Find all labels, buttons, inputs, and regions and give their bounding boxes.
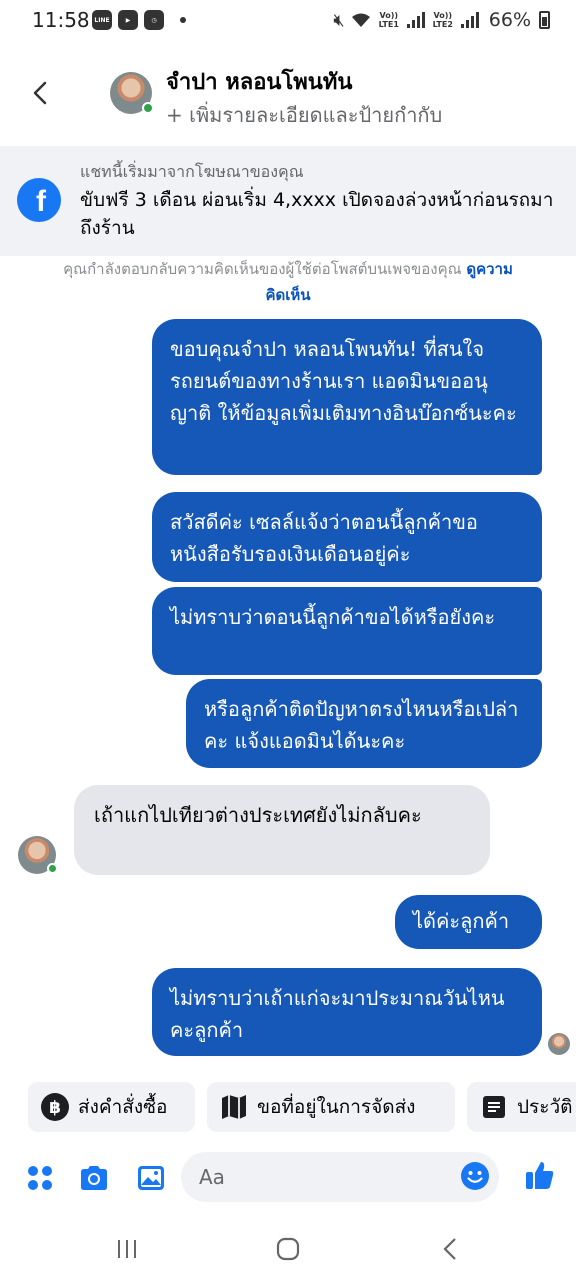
seen-receipt-avatar xyxy=(548,1033,570,1055)
line-app-icon: LINE xyxy=(92,10,112,30)
quick-action-label: ประวัติ xyxy=(517,1096,573,1118)
sim1-signal-icon xyxy=(406,12,425,28)
facebook-icon: f xyxy=(17,178,61,222)
emoji-icon[interactable] xyxy=(460,1161,490,1191)
camera-icon[interactable] xyxy=(78,1162,110,1194)
notification-icons: LINE ▶ ◷ xyxy=(92,10,186,30)
battery-icon xyxy=(539,11,550,29)
outgoing-message[interactable]: ได้ค่ะลูกค้า xyxy=(395,895,542,949)
baht-coin-icon: ฿ xyxy=(41,1093,69,1121)
reply-notice: คุณกำลังตอบกลับความคิดเห็นของผู้ใช้ต่อโพ… xyxy=(60,256,516,308)
apps-menu-icon[interactable] xyxy=(24,1162,56,1194)
add-details-link[interactable]: + เพิ่มรายละเอียดและป้ายกำกับ xyxy=(166,99,442,131)
ad-text: ขับฟรี 3 เดือน ผ่อนเริ่ม 4,xxxx เปิดจองล… xyxy=(80,189,554,239)
quick-action-label: ส่งคำสั่งซื้อ xyxy=(78,1096,168,1118)
contact-name[interactable]: จำปา หลอนโพนทัน xyxy=(166,64,352,99)
quick-action-label: ขอที่อยู่ในการจัดส่ง xyxy=(257,1096,416,1118)
battery-percent: 66% xyxy=(488,9,531,31)
online-status-dot xyxy=(142,102,154,114)
sender-avatar[interactable] xyxy=(18,836,58,874)
online-status-dot xyxy=(47,863,58,874)
nav-back-icon[interactable] xyxy=(436,1234,466,1264)
outgoing-message[interactable]: สวัสดีค่ะ เซลล์แจ้งว่าตอนนี้ลูกค้าขอหนัง… xyxy=(152,492,542,582)
gallery-icon[interactable] xyxy=(135,1162,167,1194)
svg-text:฿: ฿ xyxy=(49,1098,61,1118)
more-notifications-icon xyxy=(180,17,186,23)
sim2-label: Vo)) LTE2 xyxy=(432,11,453,29)
status-bar: 11:58 LINE ▶ ◷ 🔇︎ Vo)) LTE1 Vo)) LTE2 66… xyxy=(0,0,576,44)
reply-notice-text: คุณกำลังตอบกลับความคิดเห็นของผู้ใช้ต่อโพ… xyxy=(63,260,462,278)
message-input[interactable] xyxy=(181,1152,499,1202)
sim2-signal-icon xyxy=(460,12,479,28)
outgoing-message[interactable]: ไม่ทราบว่าตอนนี้ลูกค้าขอได้หรือยังคะ xyxy=(152,587,542,675)
wifi-icon xyxy=(351,13,370,27)
mute-icon: 🔇︎ xyxy=(333,9,345,31)
system-icons: 🔇︎ Vo)) LTE1 Vo)) LTE2 66% xyxy=(333,9,550,31)
send-order-button[interactable]: ฿ ส่งคำสั่งซื้อ xyxy=(28,1082,195,1132)
sim1-label: Vo)) LTE1 xyxy=(378,11,399,29)
like-icon[interactable] xyxy=(523,1158,557,1192)
app-notification-icon: ▶ xyxy=(118,10,138,30)
map-icon xyxy=(222,1095,246,1119)
document-icon xyxy=(483,1096,505,1118)
history-button[interactable]: ประวัติ xyxy=(467,1082,576,1132)
system-navigation-bar xyxy=(0,1222,576,1280)
back-arrow-icon[interactable] xyxy=(26,78,56,108)
quick-actions-bar: ฿ ส่งคำสั่งซื้อ ขอที่อยู่ในการจัดส่ง ประ… xyxy=(28,1082,576,1132)
clock-app-icon: ◷ xyxy=(144,10,164,30)
incoming-message[interactable]: เถ้าแกไปเทียวต่างประเทศยังไม่กลับคะ xyxy=(74,785,490,875)
ad-origin-label: แชทนี้เริ่มมาจากโฆษณาของคุณ xyxy=(80,162,304,181)
home-icon[interactable] xyxy=(273,1234,303,1264)
chat-header: จำปา หลอนโพนทัน + เพิ่มรายละเอียดและป้าย… xyxy=(0,44,576,144)
message-composer xyxy=(0,1148,576,1208)
ad-origin-banner[interactable]: f แชทนี้เริ่มมาจากโฆษณาของคุณ ขับฟรี 3 เ… xyxy=(0,146,576,256)
contact-avatar[interactable] xyxy=(110,72,154,114)
status-time: 11:58 xyxy=(32,8,90,32)
outgoing-message[interactable]: ขอบคุณจำปา หลอนโพนทัน! ที่สนใจรถยนต์ของท… xyxy=(152,319,542,475)
outgoing-message[interactable]: หรือลูกค้าติดปัญหาตรงไหนหรือเปล่าคะ แจ้ง… xyxy=(186,679,542,768)
recent-apps-icon[interactable] xyxy=(112,1234,142,1264)
request-shipping-address-button[interactable]: ขอที่อยู่ในการจัดส่ง xyxy=(207,1082,455,1132)
outgoing-message[interactable]: ไม่ทราบว่าเถ้าแก่จะมาประมาณวันไหนคะลูกค้… xyxy=(152,968,542,1056)
